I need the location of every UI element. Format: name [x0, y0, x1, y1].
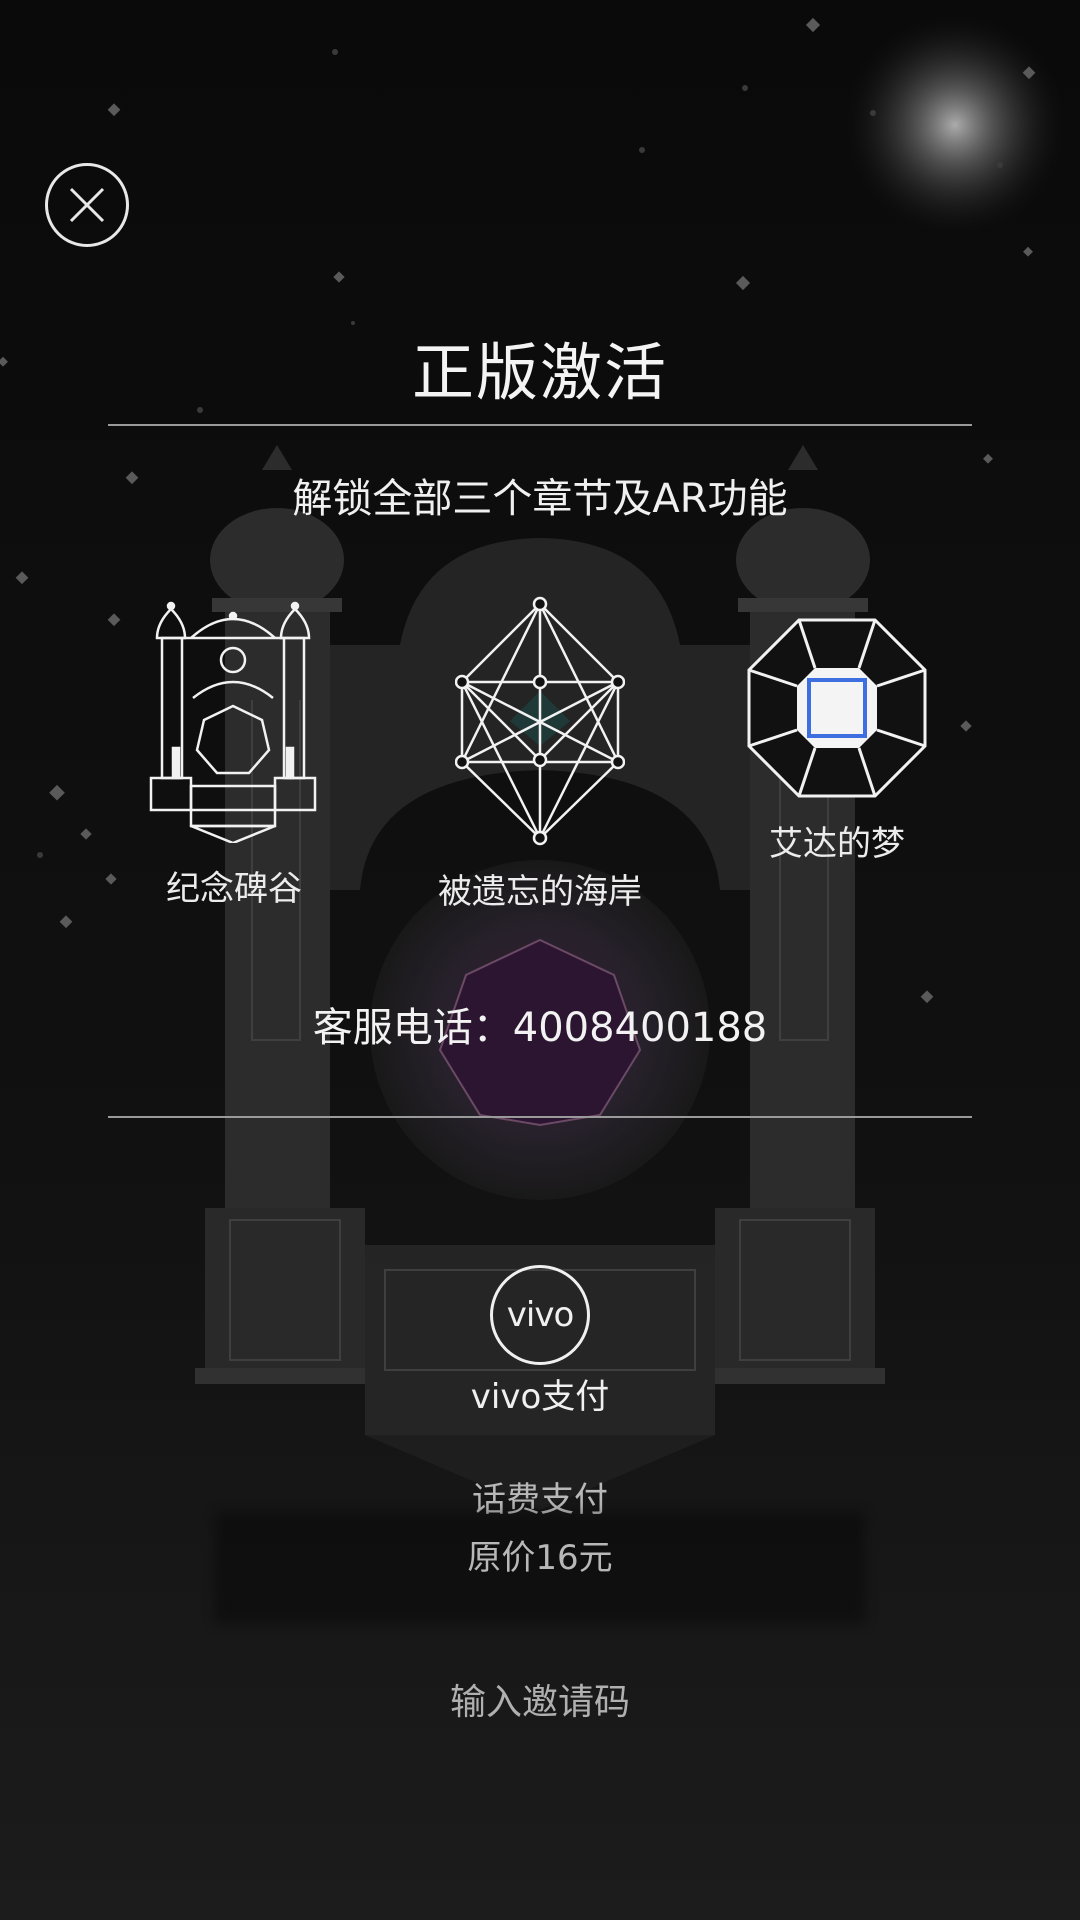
unlock-description: 解锁全部三个章节及AR功能: [292, 476, 788, 522]
chapter-idas-dream: 艾达的梦: [717, 618, 957, 865]
close-icon: [69, 187, 105, 223]
page-title: 正版激活: [411, 336, 668, 409]
chapter-label: 纪念碑谷: [166, 869, 302, 909]
title-divider: [108, 424, 972, 426]
close-button[interactable]: [45, 163, 129, 247]
phone-divider: [108, 1116, 972, 1118]
vivo-pay-label: vivo支付: [470, 1377, 610, 1417]
chapter-forgotten-shores: 被遗忘的海岸: [420, 596, 660, 913]
monument-temple-icon: [149, 601, 317, 843]
chapter-label: 艾达的梦: [769, 824, 905, 864]
vivo-logo-icon: vivo: [490, 1265, 590, 1365]
original-price: 原价16元: [467, 1538, 613, 1578]
chapter-monument-valley: 纪念碑谷: [114, 598, 354, 910]
chapter-label: 被遗忘的海岸: [438, 872, 642, 912]
invite-code-button[interactable]: 输入邀请码: [300, 1673, 780, 1725]
vivo-pay-button[interactable]: vivo vivo支付: [440, 1265, 640, 1418]
octagon-box-icon: [747, 618, 927, 798]
background-art: [0, 0, 1080, 1920]
geometric-crystal-icon: [455, 596, 625, 846]
customer-service-phone: 客服电话：4008400188: [312, 1005, 768, 1051]
